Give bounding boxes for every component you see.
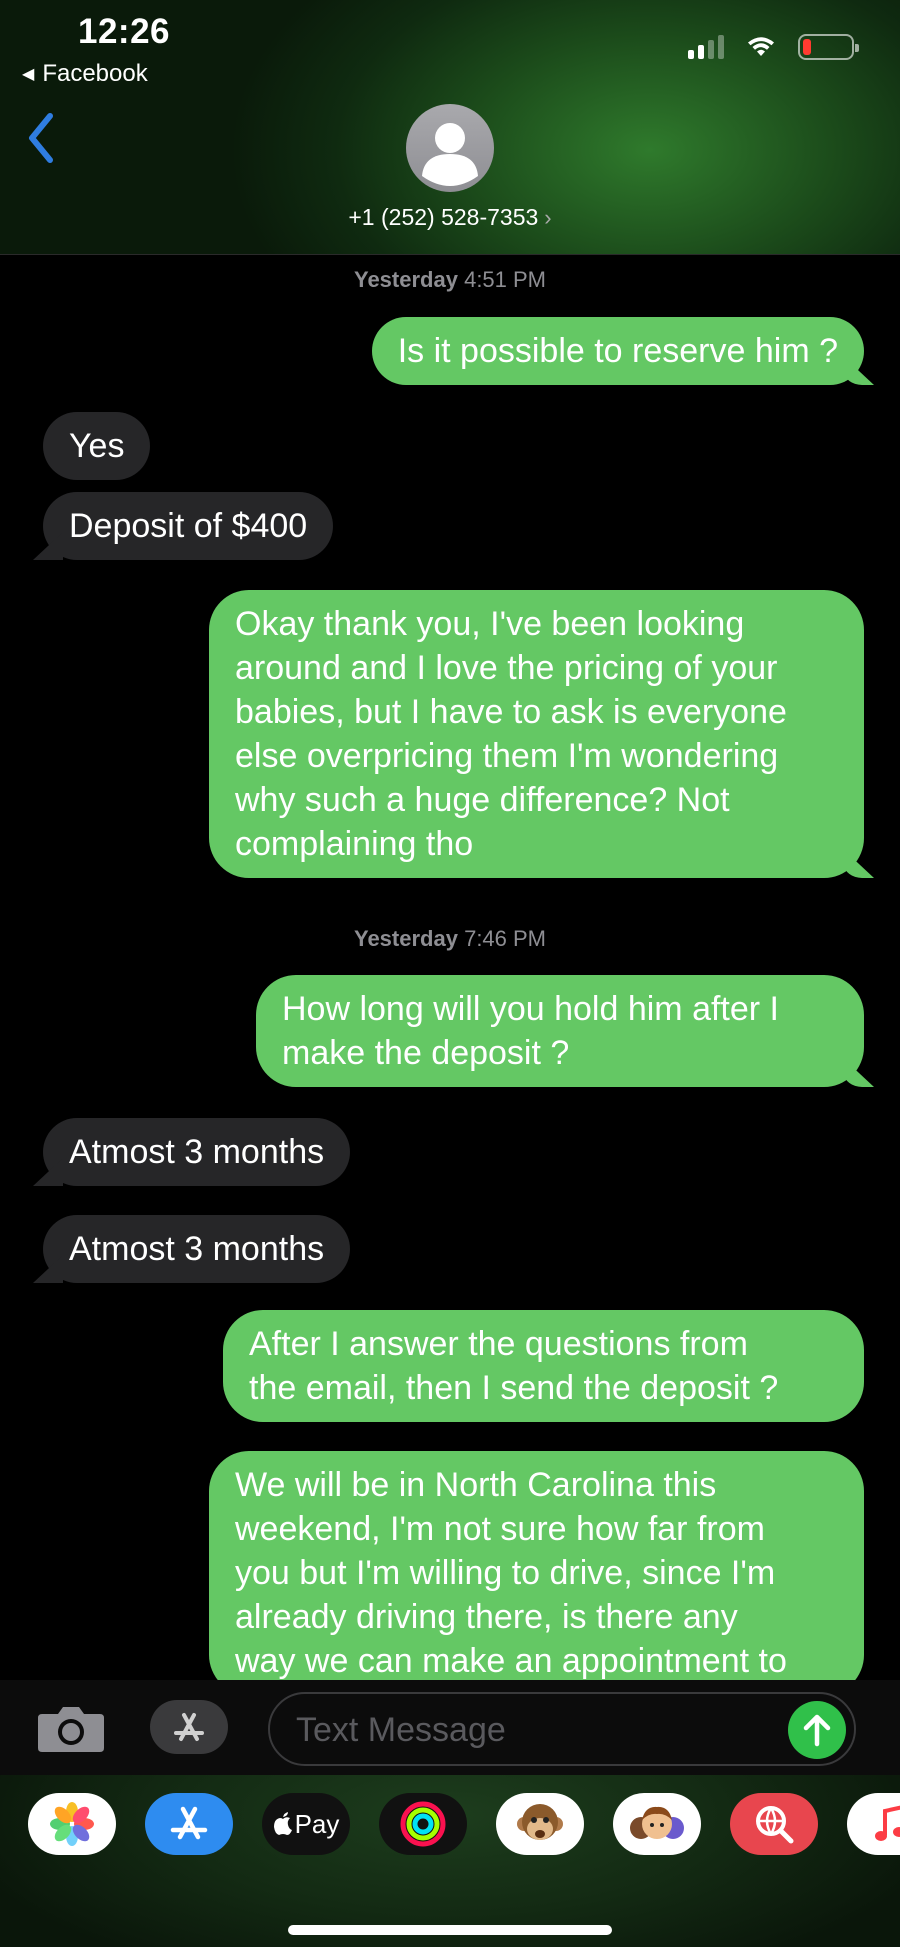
app-store-app[interactable] [145,1793,233,1855]
memoji-app[interactable] [613,1793,701,1855]
received-message[interactable]: Atmost 3 months [43,1118,351,1186]
received-message[interactable]: Yes [43,412,151,480]
message-line: you but I'm willing to drive, since I'm [235,1554,776,1592]
app-store-icon [174,1713,204,1741]
sent-message[interactable]: We will be in North Carolina this weeken… [209,1451,864,1680]
message-line: make the deposit ? [282,1034,570,1072]
back-triangle-icon: ◀ [22,66,35,83]
message-input-container[interactable] [268,1692,856,1766]
apple-pay-app[interactable]: Pay [262,1793,350,1855]
status-time: 12:26 [78,12,171,51]
compose-bar [0,1680,900,1775]
message-line: already driving there, is there any [235,1598,738,1636]
app-store-icon [170,1806,208,1840]
music-app[interactable] [847,1793,900,1855]
back-app-label: Facebook [42,60,148,87]
apple-pay-label: Pay [294,1808,340,1839]
sent-message[interactable]: How long will you hold him after I make … [256,975,864,1087]
memoji-icon [630,1806,684,1839]
sent-message[interactable]: Is it possible to reserve him ? [371,317,864,385]
imessage-app-strip: Pay [0,1775,900,1947]
wifi-icon [748,37,774,56]
message-line: Is it possible to reserve him ? [397,332,838,370]
message-line: Atmost 3 months [69,1133,325,1171]
conversation-header: 12:26 ◀ Facebook +1 (252) 528-7353 › [0,0,900,255]
arrow-up-icon [803,1714,831,1747]
home-indicator[interactable] [288,1925,612,1935]
status-icons [688,34,859,60]
globe-search-icon [756,1806,794,1844]
message-line: the email, then I send the deposit ? [249,1369,779,1407]
message-line: around and I love the pricing of your [235,649,778,687]
message-line: We will be in North Carolina this [235,1466,717,1504]
message-thread[interactable]: Yesterday 4:51 PM Is it possible to rese… [0,255,900,1680]
activity-app[interactable] [379,1793,467,1855]
contact-name[interactable]: +1 (252) 528-7353 › [0,204,900,231]
message-line: babies, but I have to ask is everyone [235,693,787,731]
monkey-icon [517,1804,563,1840]
message-line: Deposit of $400 [69,507,308,545]
activity-rings-icon [400,1801,446,1847]
chevron-right-icon: › [544,205,552,230]
timestamp: Yesterday 7:46 PM [0,926,900,952]
back-to-app-link[interactable]: ◀ Facebook [22,60,148,88]
apple-logo-icon [273,1812,292,1835]
person-icon [422,123,478,186]
message-line: else overpricing them I'm wondering [235,737,779,775]
contact-number: +1 (252) 528-7353 [348,204,539,230]
message-line: way we can make an appointment to [235,1642,787,1680]
contact-avatar[interactable] [406,104,494,192]
message-line: After I answer the questions from [249,1325,748,1363]
music-note-icon [875,1805,900,1841]
chevron-left-icon[interactable] [22,108,62,168]
search-images-app[interactable] [730,1793,818,1855]
timestamp-time: 7:46 PM [464,926,547,951]
message-line: Okay thank you, I've been looking [235,605,745,643]
monkey-memoji-app[interactable] [496,1793,584,1855]
message-line: weekend, I'm not sure how far from [235,1510,765,1548]
timestamp: Yesterday 4:51 PM [0,267,900,293]
message-line: How long will you hold him after I [282,990,780,1028]
photos-icon [50,1802,94,1846]
message-line: Atmost 3 months [69,1230,325,1268]
app-store-drawer-button[interactable] [150,1700,228,1754]
photos-app[interactable] [28,1793,116,1855]
timestamp-time: 4:51 PM [464,267,547,292]
received-message[interactable]: Deposit of $400 [43,492,334,560]
sent-message[interactable]: After I answer the questions from the em… [223,1310,864,1422]
message-line: Yes [69,427,125,465]
timestamp-day: Yesterday [353,926,458,951]
battery-icon [798,34,859,60]
message-input[interactable] [296,1706,776,1754]
cellular-signal-icon [688,35,724,59]
timestamp-day: Yesterday [353,267,458,292]
message-line: why such a huge difference? Not [235,781,730,819]
received-message[interactable]: Atmost 3 months [43,1215,351,1283]
sent-message[interactable]: Okay thank you, I've been looking around… [209,590,864,878]
message-line: complaining tho [235,825,474,863]
send-button[interactable] [788,1701,846,1759]
camera-icon[interactable] [36,1702,106,1754]
